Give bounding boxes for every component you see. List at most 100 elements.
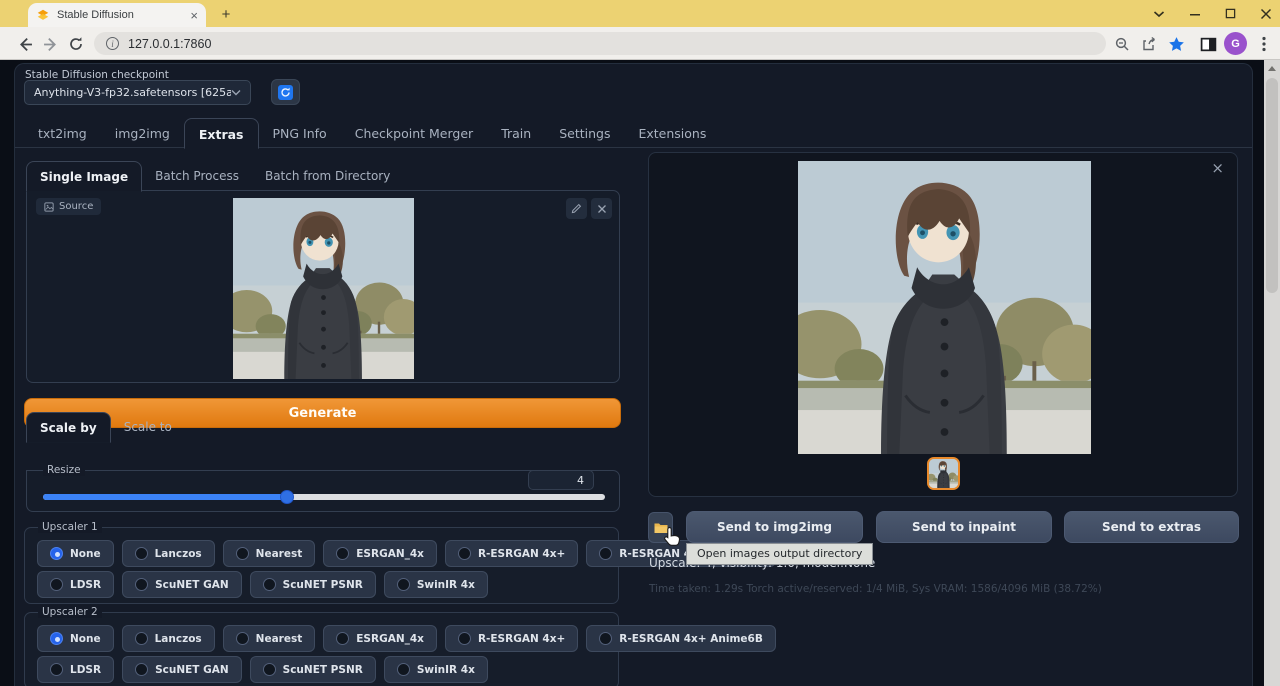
browser-avatar[interactable]: G <box>1224 32 1247 55</box>
forward-icon[interactable] <box>41 34 61 54</box>
upscaler2-group: Upscaler 2 None Lanczos Nearest ESRGAN_4… <box>24 612 619 686</box>
source-image[interactable] <box>233 198 414 379</box>
send-to-extras-button[interactable]: Send to extras <box>1064 511 1239 543</box>
window-minimize-icon[interactable] <box>1189 8 1201 20</box>
back-icon[interactable] <box>14 34 34 54</box>
upscaler1-option-ldsr[interactable]: LDSR <box>37 571 114 598</box>
refresh-icon <box>278 85 293 100</box>
radio-icon <box>50 547 63 560</box>
zoom-search-icon[interactable] <box>1112 34 1132 54</box>
browser-tab[interactable]: Stable Diffusion × <box>28 3 206 27</box>
scrollbar-up-icon[interactable] <box>1264 60 1280 76</box>
upscaler2-option-swinir-4x[interactable]: SwinIR 4x <box>384 656 488 683</box>
upscaler2-option-none[interactable]: None <box>37 625 114 652</box>
new-tab-button[interactable]: + <box>216 4 236 24</box>
upscaler1-option-r-esrgan-4x[interactable]: R-ESRGAN 4x+ <box>445 540 578 567</box>
upscaler2-option-nearest[interactable]: Nearest <box>223 625 316 652</box>
tooltip: Open images output directory <box>686 543 873 565</box>
radio-icon <box>336 632 349 645</box>
subtab-single-image[interactable]: Single Image <box>26 161 142 192</box>
upscaler2-option-r-esrgan-4x[interactable]: R-ESRGAN 4x+ <box>445 625 578 652</box>
resize-value-input[interactable]: 4 <box>528 470 594 490</box>
subtab-batch-from-directory[interactable]: Batch from Directory <box>252 161 403 191</box>
radio-icon <box>397 663 410 676</box>
upscaler1-group: Upscaler 1 None Lanczos Nearest ESRGAN_4… <box>24 527 619 604</box>
upscaler2-option-esrgan-4x[interactable]: ESRGAN_4x <box>323 625 437 652</box>
gallery-close-icon[interactable]: × <box>1211 161 1224 176</box>
main-tabs: txt2img img2img Extras PNG Info Checkpoi… <box>24 118 720 148</box>
radio-icon <box>599 547 612 560</box>
webui-page: Stable Diffusion checkpoint Anything-V3-… <box>0 60 1280 686</box>
upscaler1-option-swinir-4x[interactable]: SwinIR 4x <box>384 571 488 598</box>
radio-icon <box>336 547 349 560</box>
radio-icon <box>458 632 471 645</box>
upscaler2-option-ldsr[interactable]: LDSR <box>37 656 114 683</box>
radio-icon <box>263 663 276 676</box>
tab-img2img[interactable]: img2img <box>101 118 184 148</box>
mouse-cursor <box>663 526 682 552</box>
radio-icon <box>50 578 63 591</box>
resize-slider[interactable] <box>43 494 605 500</box>
clear-image-button[interactable] <box>591 198 612 219</box>
upscaler2-option-lanczos[interactable]: Lanczos <box>122 625 215 652</box>
window-maximize-icon[interactable] <box>1225 8 1236 19</box>
checkpoint-dropdown[interactable]: Anything-V3-fp32.safetensors [625a2ba2] <box>24 80 251 105</box>
generate-label: Generate <box>289 406 357 421</box>
upscaler2-label: Upscaler 2 <box>38 606 102 618</box>
upscaler1-label: Upscaler 1 <box>38 521 102 533</box>
radio-icon <box>263 578 276 591</box>
share-icon[interactable] <box>1139 34 1159 54</box>
source-chip: Source <box>36 198 101 215</box>
favicon-icon <box>36 8 50 22</box>
subtab-batch-process[interactable]: Batch Process <box>142 161 252 191</box>
bookmark-star-icon[interactable] <box>1166 34 1186 54</box>
radio-icon <box>599 632 612 645</box>
image-icon <box>44 202 54 212</box>
tab-checkpoint-merger[interactable]: Checkpoint Merger <box>341 118 487 148</box>
upscaler1-option-lanczos[interactable]: Lanczos <box>122 540 215 567</box>
send-to-img2img-button[interactable]: Send to img2img <box>686 511 863 543</box>
resize-label: Resize <box>43 464 85 476</box>
tab-title: Stable Diffusion <box>57 9 183 21</box>
performance-info-text: Time taken: 1.29s Torch active/reserved:… <box>649 583 1102 595</box>
tab-txt2img[interactable]: txt2img <box>24 118 101 148</box>
scaletab-scale-by[interactable]: Scale by <box>26 412 111 443</box>
sidebar-toggle-icon[interactable] <box>1198 34 1218 54</box>
upscaler1-option-scunet-gan[interactable]: ScuNET GAN <box>122 571 242 598</box>
upscaler1-option-scunet-psnr[interactable]: ScuNET PSNR <box>250 571 376 598</box>
upscaler1-option-none[interactable]: None <box>37 540 114 567</box>
output-thumbnail[interactable] <box>927 457 960 490</box>
scrollbar-thumb[interactable] <box>1266 78 1278 293</box>
radio-icon <box>50 663 63 676</box>
source-image-dropzone[interactable]: Source <box>26 190 620 383</box>
page-scrollbar[interactable] <box>1264 60 1280 686</box>
radio-icon <box>458 547 471 560</box>
scaletab-scale-to[interactable]: Scale to <box>111 412 185 442</box>
edit-image-button[interactable] <box>566 198 587 219</box>
reload-icon[interactable] <box>66 34 86 54</box>
window-close-icon[interactable] <box>1260 8 1272 20</box>
upscaler1-option-esrgan-4x[interactable]: ESRGAN_4x <box>323 540 437 567</box>
upscaler1-option-nearest[interactable]: Nearest <box>223 540 316 567</box>
radio-icon <box>135 663 148 676</box>
upscaler2-option-r-esrgan-4x-anime6b[interactable]: R-ESRGAN 4x+ Anime6B <box>586 625 776 652</box>
send-to-inpaint-button[interactable]: Send to inpaint <box>876 511 1052 543</box>
browser-menu-icon[interactable] <box>1254 34 1274 54</box>
scale-tabs: Scale by Scale to <box>26 412 185 442</box>
tab-extras[interactable]: Extras <box>184 118 259 149</box>
upscaler2-option-scunet-gan[interactable]: ScuNET GAN <box>122 656 242 683</box>
refresh-checkpoints-button[interactable] <box>271 79 300 105</box>
tab-settings[interactable]: Settings <box>545 118 624 148</box>
resize-slider-fill <box>43 494 287 500</box>
resize-slider-handle[interactable] <box>280 490 294 504</box>
upscaler2-option-scunet-psnr[interactable]: ScuNET PSNR <box>250 656 376 683</box>
window-menu-chevron-icon[interactable] <box>1153 10 1165 18</box>
tab-extensions[interactable]: Extensions <box>624 118 720 148</box>
tab-close-icon[interactable]: × <box>190 9 198 22</box>
extras-sub-tabs: Single Image Batch Process Batch from Di… <box>26 161 403 191</box>
tab-train[interactable]: Train <box>487 118 545 148</box>
url-bar[interactable]: i 127.0.0.1:7860 <box>94 32 1106 55</box>
tab-png-info[interactable]: PNG Info <box>259 118 341 148</box>
page-info-icon[interactable]: i <box>106 37 119 50</box>
output-image[interactable] <box>798 161 1091 454</box>
